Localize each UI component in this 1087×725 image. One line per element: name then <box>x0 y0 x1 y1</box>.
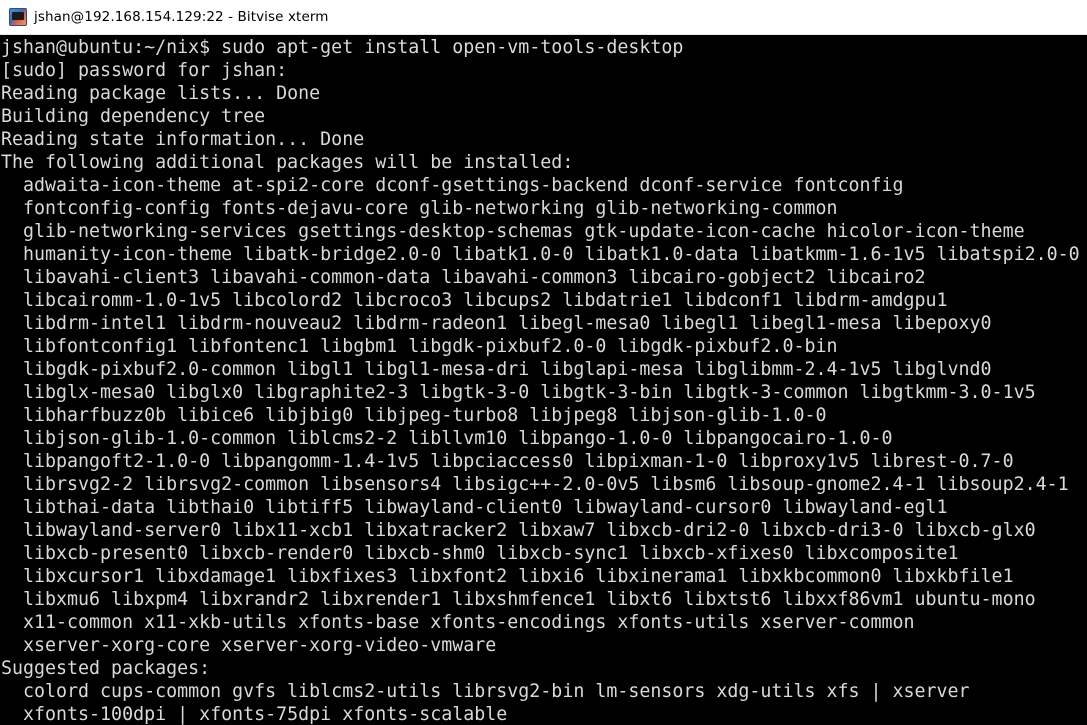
terminal-line: libthai-data libthai0 libtiff5 libwaylan… <box>1 497 948 518</box>
terminal-window: jshan@192.168.154.129:22 - Bitvise xterm… <box>0 0 1087 725</box>
window-title: jshan@192.168.154.129:22 - Bitvise xterm <box>34 9 329 25</box>
terminal-line: Building dependency tree <box>1 106 266 127</box>
terminal-line: Reading package lists... Done <box>1 83 321 104</box>
terminal-line: libwayland-server0 libx11-xcb1 libxatrac… <box>1 520 1036 541</box>
terminal-line: libdrm-intel1 libdrm-nouveau2 libdrm-rad… <box>1 313 992 334</box>
terminal-line: libfontconfig1 libfontenc1 libgbm1 libgd… <box>1 336 838 357</box>
terminal-line: libavahi-client3 libavahi-common-data li… <box>1 267 926 288</box>
terminal-line: humanity-icon-theme libatk-bridge2.0-0 l… <box>1 244 1080 265</box>
terminal-line: libpangoft2-1.0-0 libpangomm-1.4-1v5 lib… <box>1 451 1014 472</box>
terminal-line: libjson-glib-1.0-common liblcms2-2 libll… <box>1 428 893 449</box>
terminal-line: fontconfig-config fonts-dejavu-core glib… <box>1 198 838 219</box>
terminal-line: libxcb-present0 libxcb-render0 libxcb-sh… <box>1 543 959 564</box>
terminal-line: libharfbuzz0b libice6 libjbig0 libjpeg-t… <box>1 405 827 426</box>
terminal-line: librsvg2-2 librsvg2-common libsensors4 l… <box>1 474 1069 495</box>
terminal-line: libgdk-pixbuf2.0-common libgl1 libgl1-me… <box>1 359 992 380</box>
terminal-line: The following additional packages will b… <box>1 152 574 173</box>
terminal-line: x11-common x11-xkb-utils xfonts-base xfo… <box>1 612 915 633</box>
terminal-line: glib-networking-services gsettings-deskt… <box>1 221 1025 242</box>
terminal-line: libglx-mesa0 libglx0 libgraphite2-3 libg… <box>1 382 1036 403</box>
terminal-line: jshan@ubuntu:~/nix$ sudo apt-get install… <box>1 37 684 58</box>
bitvise-terminal-icon[interactable] <box>9 8 27 26</box>
terminal-output[interactable]: jshan@ubuntu:~/nix$ sudo apt-get install… <box>0 36 1087 725</box>
terminal-line: Reading state information... Done <box>1 129 365 150</box>
terminal-line: libxcursor1 libxdamage1 libxfixes3 libxf… <box>1 566 1014 587</box>
terminal-line: xfonts-100dpi | xfonts-75dpi xfonts-scal… <box>1 704 508 725</box>
terminal-line: colord cups-common gvfs liblcms2-utils l… <box>1 681 970 702</box>
terminal-line: Suggested packages: <box>1 658 211 679</box>
terminal-line: adwaita-icon-theme at-spi2-core dconf-gs… <box>1 175 904 196</box>
terminal-line: xserver-xorg-core xserver-xorg-video-vmw… <box>1 635 497 656</box>
terminal-line: libxmu6 libxpm4 libxrandr2 libxrender1 l… <box>1 589 1036 610</box>
terminal-line: libcairomm-1.0-1v5 libcolord2 libcroco3 … <box>1 290 948 311</box>
terminal-line: [sudo] password for jshan: <box>1 60 288 81</box>
title-bar[interactable]: jshan@192.168.154.129:22 - Bitvise xterm <box>0 0 1087 35</box>
